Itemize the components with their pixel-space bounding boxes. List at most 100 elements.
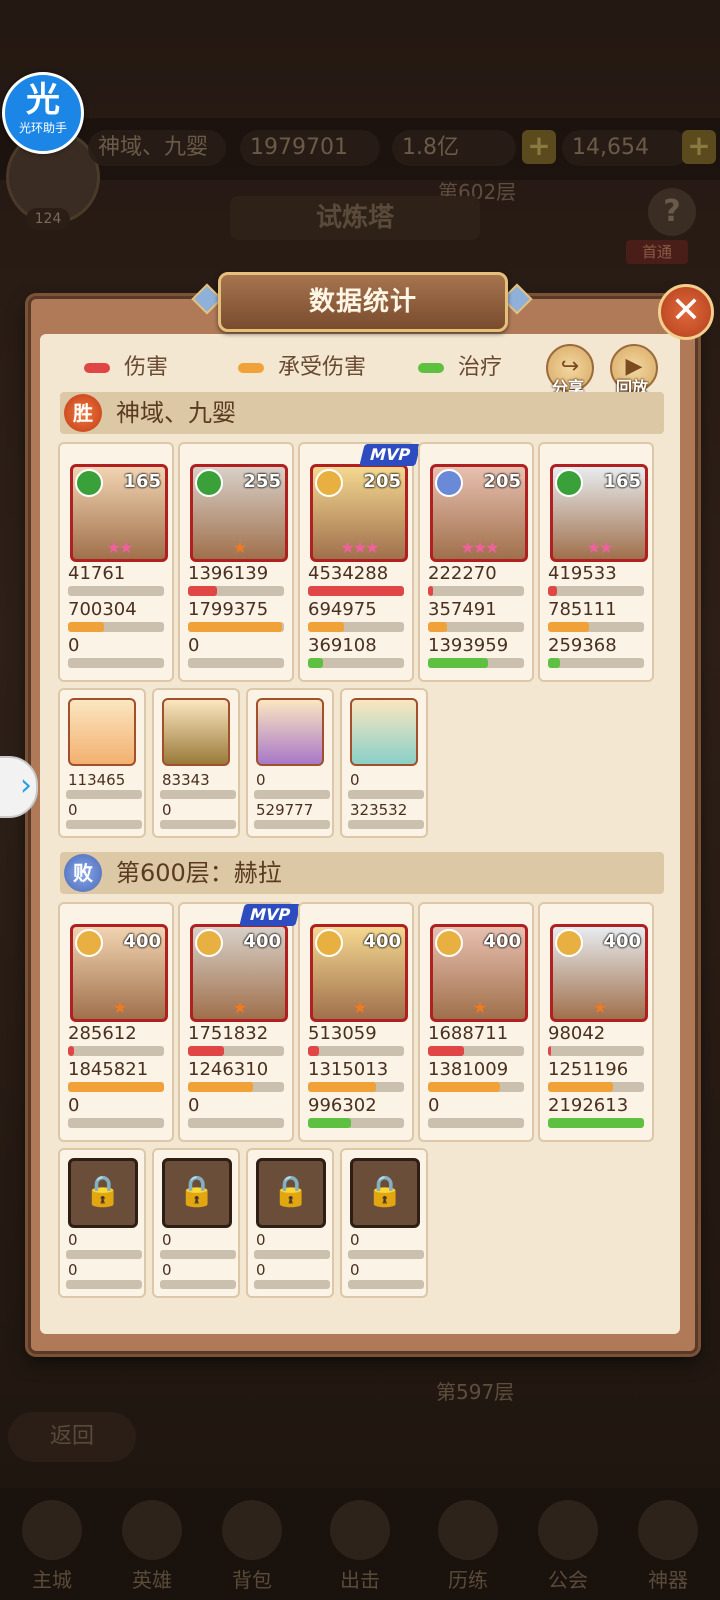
power-value: 1979701 — [240, 130, 380, 166]
nav-artifact[interactable]: 神器 — [620, 1488, 716, 1600]
hero-card[interactable]: 205 ★★★ MVP 4534288 694975 369108 — [298, 442, 421, 682]
damage-bar-fill — [548, 586, 557, 596]
hero-card[interactable]: 400 ★ 1688711 1381009 0 — [418, 902, 534, 1142]
heal-bar — [308, 658, 404, 668]
pet-heal-bar — [348, 820, 424, 829]
hero-card[interactable]: 255 ★ 1396139 1799375 0 — [178, 442, 294, 682]
nav-attack[interactable]: 出击 — [312, 1488, 408, 1600]
lock-icon: 🔒 — [68, 1158, 138, 1228]
heal-bar-fill — [548, 1118, 644, 1128]
nav-label: 神器 — [648, 1568, 688, 1592]
pet-card[interactable]: 🔒 0 0 — [246, 1148, 334, 1298]
pet-card[interactable]: 0 323532 — [340, 688, 428, 838]
heal-value: 996302 — [308, 1095, 377, 1116]
heal-bar — [548, 658, 644, 668]
damage-bar-fill — [188, 586, 217, 596]
legend-heal: 治疗 — [418, 350, 502, 386]
nav-training[interactable]: 历练 — [420, 1488, 516, 1600]
add-gem-button[interactable]: + — [682, 130, 716, 164]
taken-bar-fill — [428, 1082, 500, 1092]
star-rating: ★★★ — [340, 538, 379, 557]
hero-card[interactable]: 165 ★★ 419533 785111 259368 — [538, 442, 654, 682]
damage-bar — [548, 586, 644, 596]
hero-portrait: 165 ★★ — [70, 464, 168, 562]
hero-level: 165 — [123, 471, 161, 492]
damage-bar-fill — [548, 1046, 551, 1056]
pet-damage-value: 0 — [256, 1231, 266, 1249]
star-rating: ★★ — [106, 538, 134, 557]
pet-card[interactable]: 🔒 0 0 — [340, 1148, 428, 1298]
team-name: 神域、九婴 — [116, 399, 236, 427]
taken-bar — [68, 622, 164, 632]
pet-card[interactable]: 0 529777 — [246, 688, 334, 838]
pet-card[interactable]: 🔒 0 0 — [152, 1148, 240, 1298]
assistant-glyph: 光 — [26, 80, 60, 120]
taken-bar-fill — [548, 1082, 614, 1092]
pet-card[interactable]: 83343 0 — [152, 688, 240, 838]
add-gold-button[interactable]: + — [522, 130, 556, 164]
close-button[interactable]: ✕ — [658, 284, 714, 340]
pet-card[interactable]: 🔒 0 0 — [58, 1148, 146, 1298]
hero-card[interactable]: 205 ★★★ 222270 357491 1393959 — [418, 442, 534, 682]
back-label: 返回 — [49, 1424, 94, 1449]
taken-value: 1246310 — [188, 1059, 269, 1080]
gem-value: 14,654 — [562, 130, 690, 166]
team-header: 胜神域、九婴 — [60, 392, 664, 434]
star-rating: ★ — [352, 998, 367, 1017]
nav-guild[interactable]: 公会 — [520, 1488, 616, 1600]
pet-damage-value: 0 — [350, 771, 360, 789]
pet-heal-value: 0 — [68, 1261, 78, 1279]
assistant-badge[interactable]: 光 光环助手 — [2, 72, 84, 154]
team-header: 败第600层：赫拉 — [60, 852, 664, 894]
help-icon[interactable]: ? — [648, 188, 696, 236]
hero-portrait: 400 ★ — [430, 924, 528, 1022]
pet-damage-bar — [160, 1250, 236, 1259]
heal-value: 259368 — [548, 635, 617, 656]
hero-card[interactable]: 400 ★ MVP 1751832 1246310 0 — [178, 902, 301, 1142]
hero-card[interactable]: 165 ★★ 41761 700304 0 — [58, 442, 174, 682]
hero-level: 400 — [123, 931, 161, 952]
hero-card[interactable]: 400 ★ 513059 1315013 996302 — [298, 902, 414, 1142]
legend-heal-label: 治疗 — [458, 355, 503, 380]
damage-bar — [68, 586, 164, 596]
castle-icon — [22, 1500, 82, 1560]
taken-bar-fill — [68, 622, 105, 632]
back-button[interactable]: 返回 — [8, 1412, 136, 1462]
sun-faction-icon — [555, 929, 583, 957]
damage-bar — [68, 1046, 164, 1056]
taken-bar-fill — [428, 622, 448, 632]
heal-value: 0 — [428, 1095, 440, 1116]
chevron-right-icon: › — [20, 768, 32, 803]
star-rating: ★ — [592, 998, 607, 1017]
gold-value: 1.8亿 — [392, 130, 516, 166]
damage-bar — [308, 1046, 404, 1056]
nav-main-city[interactable]: 主城 — [4, 1488, 100, 1600]
hero-portrait: 165 ★★ — [550, 464, 648, 562]
damage-bar — [188, 586, 284, 596]
nav-heroes[interactable]: 英雄 — [104, 1488, 200, 1600]
pet-card[interactable]: 113465 0 — [58, 688, 146, 838]
taken-value: 1799375 — [188, 599, 269, 620]
hero-card[interactable]: 400 ★ 98042 1251196 2192613 — [538, 902, 654, 1142]
damage-value: 41761 — [68, 563, 126, 584]
nav-bag[interactable]: 背包 — [204, 1488, 300, 1600]
pet-damage-bar — [160, 790, 236, 799]
pet-heal-value: 0 — [350, 1261, 360, 1279]
nav-label: 历练 — [448, 1568, 488, 1592]
taken-bar — [188, 622, 284, 632]
damage-value: 1396139 — [188, 563, 269, 584]
heal-bar — [188, 1118, 284, 1128]
leaf-faction-icon — [195, 469, 223, 497]
leaf-faction-icon — [555, 469, 583, 497]
damage-bar — [548, 1046, 644, 1056]
assistant-label: 光环助手 — [18, 121, 67, 135]
first-clear-badge: 首通 — [626, 240, 688, 264]
taken-bar — [308, 622, 404, 632]
pet-damage-value: 0 — [162, 1231, 172, 1249]
heal-value: 0 — [188, 1095, 200, 1116]
damage-bar-fill — [428, 1046, 464, 1056]
hero-level: 205 — [483, 471, 521, 492]
hero-card[interactable]: 400 ★ 285612 1845821 0 — [58, 902, 174, 1142]
heal-bar-fill — [308, 1118, 352, 1128]
shield-icon — [538, 1500, 598, 1560]
